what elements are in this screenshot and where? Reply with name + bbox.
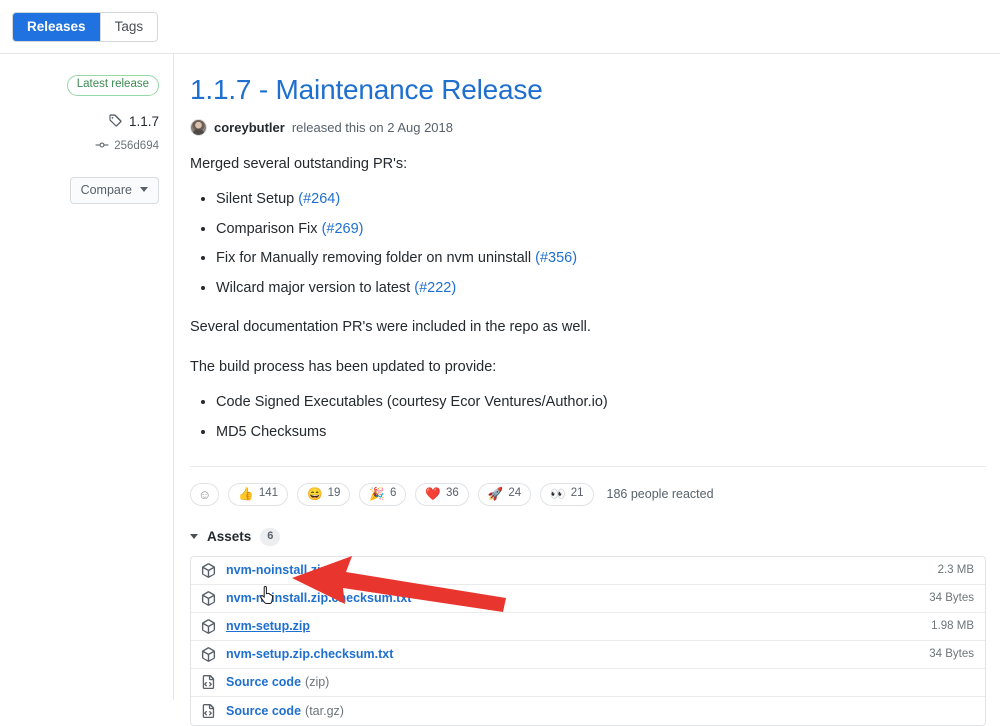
asset-link[interactable]: nvm-noinstall.zip bbox=[226, 563, 328, 577]
reactions-bar: ☺ 👍 141 😄 19 🎉 6 ❤️ 36 🚀 24 👀 21 186 peo… bbox=[190, 482, 986, 506]
asset-format: (tar.gz) bbox=[305, 703, 344, 718]
list-item: Code Signed Executables (courtesy Ecor V… bbox=[216, 391, 986, 413]
pr-text: Fix for Manually removing folder on nvm … bbox=[216, 250, 532, 267]
table-row[interactable]: nvm-setup.zip 1.98 MB bbox=[191, 613, 985, 641]
commit-label: 256d694 bbox=[114, 140, 159, 153]
pr-ref-link[interactable]: (#264) bbox=[298, 191, 340, 207]
reaction-count: 36 bbox=[445, 487, 459, 500]
reaction-count: 6 bbox=[390, 487, 397, 500]
release-page: Latest release 1.1.7 256d694 Compare 1.1… bbox=[0, 54, 1000, 726]
package-icon bbox=[201, 618, 218, 634]
table-row[interactable]: nvm-setup.zip.checksum.txt 34 Bytes bbox=[191, 641, 985, 669]
pr-text: Silent Setup bbox=[216, 191, 295, 208]
reaction-hooray[interactable]: 🎉 6 bbox=[359, 482, 407, 506]
tab-releases[interactable]: Releases bbox=[13, 13, 100, 41]
thumbs-up-icon: 👍 bbox=[238, 486, 254, 501]
latest-release-badge: Latest release bbox=[66, 75, 159, 96]
pr-ref-link[interactable]: (#269) bbox=[322, 221, 364, 237]
list-item: Comparison Fix (#269) bbox=[216, 218, 986, 240]
reaction-count: 24 bbox=[508, 487, 522, 500]
author-link[interactable]: coreybutler bbox=[214, 120, 285, 135]
release-commit: 256d694 bbox=[95, 138, 159, 155]
pr-ref-link[interactable]: (#356) bbox=[535, 250, 577, 266]
list-item: Wilcard major version to latest (#222) bbox=[216, 277, 986, 299]
pr-text: Comparison Fix bbox=[216, 220, 318, 237]
asset-link[interactable]: Source code bbox=[226, 704, 301, 718]
chevron-down-icon bbox=[140, 187, 148, 193]
asset-format: (zip) bbox=[305, 675, 330, 690]
reaction-thumbs-up[interactable]: 👍 141 bbox=[228, 482, 289, 506]
table-row[interactable]: nvm-noinstall.zip.checksum.txt 34 Bytes bbox=[191, 585, 985, 613]
asset-link[interactable]: Source code bbox=[226, 675, 301, 689]
reaction-rocket[interactable]: 🚀 24 bbox=[477, 482, 532, 506]
table-row[interactable]: Source code (zip) bbox=[191, 669, 985, 697]
compare-button[interactable]: Compare bbox=[69, 176, 159, 204]
smiley-outline-icon: ☺ bbox=[198, 486, 212, 502]
avatar[interactable] bbox=[190, 119, 207, 136]
asset-size: 34 Bytes bbox=[929, 648, 974, 661]
pr-text: Wilcard major version to latest bbox=[216, 279, 411, 296]
docs-note: Several documentation PR's were included… bbox=[190, 319, 591, 336]
table-row[interactable]: nvm-noinstall.zip 2.3 MB bbox=[191, 557, 985, 585]
reaction-heart[interactable]: ❤️ 36 bbox=[415, 482, 469, 506]
commit-icon bbox=[95, 138, 109, 155]
release-main: 1.1.7 - Maintenance Release coreybutler … bbox=[174, 54, 1000, 726]
assets-list: nvm-noinstall.zip 2.3 MB nvm-noinstall.z… bbox=[190, 555, 986, 726]
release-byline: coreybutler released this on 2 Aug 2018 bbox=[190, 119, 986, 136]
compare-label: Compare bbox=[80, 182, 132, 197]
table-row[interactable]: Source code (tar.gz) bbox=[191, 697, 985, 725]
tag-icon bbox=[108, 113, 123, 131]
build-note: The build process has been updated to pr… bbox=[190, 358, 497, 375]
chevron-down-icon bbox=[190, 534, 198, 540]
pr-ref-link[interactable]: (#222) bbox=[414, 280, 456, 296]
asset-size: 2.3 MB bbox=[937, 564, 974, 577]
eyes-icon: 👀 bbox=[550, 486, 566, 501]
list-item: MD5 Checksums bbox=[216, 421, 986, 443]
assets-label: Assets bbox=[207, 529, 252, 545]
tab-tags[interactable]: Tags bbox=[99, 13, 158, 41]
add-reaction-button[interactable]: ☺ bbox=[190, 482, 220, 506]
release-tag: 1.1.7 bbox=[108, 113, 159, 131]
byline-text: released this on 2 Aug 2018 bbox=[291, 120, 453, 135]
assets-toggle[interactable]: Assets 6 bbox=[190, 528, 986, 546]
reaction-count: 21 bbox=[570, 487, 584, 500]
file-code-icon bbox=[201, 675, 218, 690]
release-title[interactable]: 1.1.7 - Maintenance Release bbox=[190, 72, 986, 107]
heart-icon: ❤️ bbox=[425, 486, 441, 501]
party-popper-icon: 🎉 bbox=[369, 486, 385, 501]
assets-count-badge: 6 bbox=[260, 528, 281, 546]
laugh-icon: 😄 bbox=[307, 486, 323, 501]
tab-group: Releases Tags bbox=[12, 12, 159, 42]
reactions-summary: 186 people reacted bbox=[606, 487, 714, 502]
tag-label: 1.1.7 bbox=[128, 114, 159, 130]
releases-tags-tabbar: Releases Tags bbox=[0, 0, 1000, 54]
file-code-icon bbox=[201, 703, 218, 718]
package-icon bbox=[201, 646, 218, 662]
asset-link[interactable]: nvm-noinstall.zip.checksum.txt bbox=[226, 591, 411, 605]
reaction-laugh[interactable]: 😄 19 bbox=[297, 482, 351, 506]
rocket-icon: 🚀 bbox=[487, 486, 504, 501]
list-item: Fix for Manually removing folder on nvm … bbox=[216, 247, 986, 269]
list-item: Silent Setup (#264) bbox=[216, 188, 986, 210]
package-icon bbox=[201, 562, 218, 578]
asset-size: 34 Bytes bbox=[929, 592, 974, 605]
asset-link[interactable]: nvm-setup.zip.checksum.txt bbox=[226, 647, 393, 661]
package-icon bbox=[201, 590, 218, 606]
reaction-count: 141 bbox=[258, 487, 279, 500]
content-divider bbox=[190, 466, 986, 468]
build-list: Code Signed Executables (courtesy Ecor V… bbox=[190, 391, 986, 443]
reaction-count: 19 bbox=[327, 487, 341, 500]
asset-size: 1.98 MB bbox=[931, 620, 974, 633]
asset-link-nvm-setup-zip[interactable]: nvm-setup.zip bbox=[226, 619, 310, 633]
release-intro: Merged several outstanding PR's: bbox=[190, 156, 408, 172]
release-sidebar: Latest release 1.1.7 256d694 Compare bbox=[0, 54, 174, 700]
pr-list: Silent Setup (#264) Comparison Fix (#269… bbox=[190, 188, 986, 299]
reaction-eyes[interactable]: 👀 21 bbox=[540, 482, 594, 506]
